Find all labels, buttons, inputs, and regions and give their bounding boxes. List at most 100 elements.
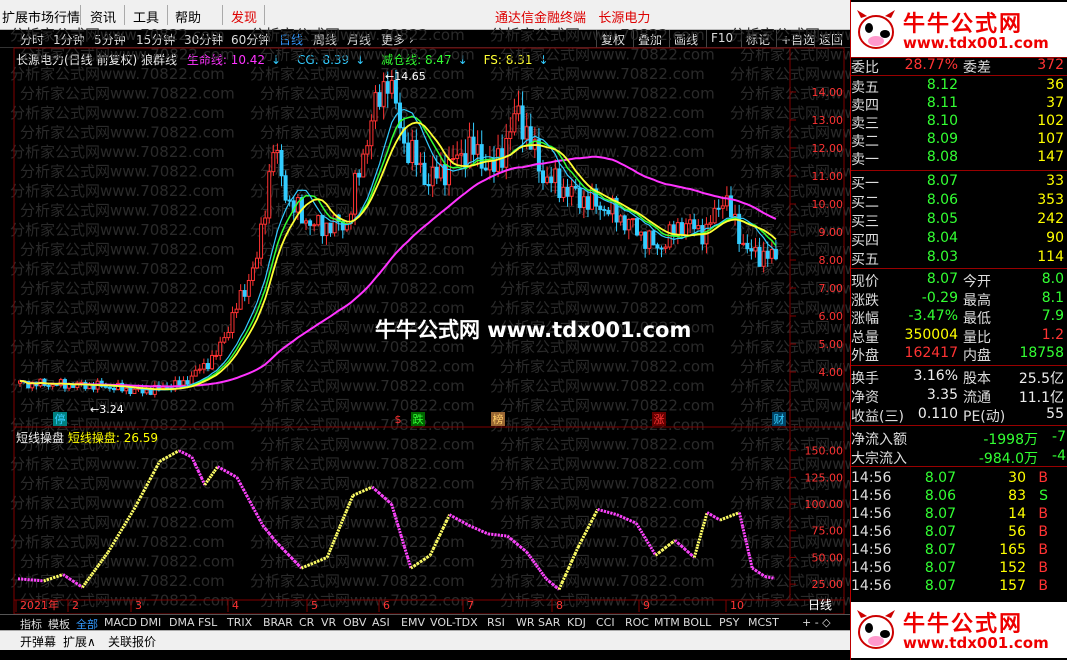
candle-down	[679, 222, 684, 236]
price-tick-label: 9.00	[819, 226, 844, 239]
watermark-text: 分析家公式网www.70822.com	[10, 338, 225, 356]
expand-toggle[interactable]: 扩展∧	[63, 633, 96, 650]
tick-volume: 152	[999, 560, 1026, 576]
quote-label: 最低	[963, 311, 991, 327]
month-label: 2021年	[20, 598, 59, 612]
candle-down	[471, 136, 476, 155]
watermark-text: 分析家公式网www.70822.com	[260, 397, 475, 415]
price-tick-label: 12.00	[812, 142, 844, 155]
tab-vr[interactable]: VR	[321, 616, 336, 629]
candle-up	[222, 337, 227, 343]
danmaku-toggle[interactable]: 开弹幕	[20, 633, 56, 650]
tick-volume: 14	[1008, 506, 1026, 522]
tab-roc[interactable]: ROC	[625, 616, 649, 629]
candle-up	[712, 207, 717, 224]
candle-up	[238, 290, 243, 310]
indicator-segment	[233, 474, 238, 479]
indicator-segment	[235, 476, 242, 485]
tab-psy[interactable]: PSY	[719, 616, 739, 629]
candle-up	[553, 168, 558, 184]
watermark-text: 分析家公式网www.70822.com	[20, 397, 235, 415]
watermark-text: 分析家公式网www.70822.com	[250, 299, 465, 317]
stat-label: PE(动)	[963, 409, 1006, 425]
tab-dmi[interactable]: DMI	[140, 616, 161, 629]
candle-up	[688, 219, 693, 225]
event-marker: 财	[774, 412, 785, 426]
candle-up	[259, 223, 264, 259]
weicha-value: 372	[1037, 57, 1064, 73]
tab-rsi[interactable]: RSI	[487, 616, 505, 629]
tick-time: 14:56	[851, 506, 892, 522]
tick-side: B	[1038, 524, 1048, 540]
watermark-text: 分析家公式网www.70822.com	[500, 241, 715, 259]
candle-up	[373, 92, 378, 122]
month-label: 6	[383, 599, 390, 612]
month-label: 7	[467, 599, 474, 612]
quote-label: 总量	[851, 329, 879, 346]
linked-quote-button[interactable]: 关联报价	[108, 633, 156, 650]
indicator-tick-label: 50.00	[812, 551, 844, 564]
buy-row: 买一 8.07 33	[851, 173, 1067, 192]
candle-down	[479, 144, 484, 169]
candle-up	[381, 81, 386, 107]
tab-boll[interactable]: BOLL	[683, 616, 711, 629]
stat-label: 换手	[851, 371, 879, 387]
watermark-text: 分析家公式网www.70822.com	[250, 260, 465, 278]
watermark-text: 分析家公式网www.70822.com	[500, 358, 715, 376]
tab-trix[interactable]: TRIX	[227, 616, 252, 629]
tab-emv[interactable]: EMV	[401, 616, 425, 629]
quote-value: 162417	[904, 345, 958, 361]
quote-value: 8.07	[926, 271, 958, 287]
watermark-text: 分析家公式网www.70822.com	[260, 358, 475, 376]
watermark-text: 分析家公式网www.70822.com	[250, 65, 465, 83]
tab-asi[interactable]: ASI	[372, 616, 390, 629]
candle-up	[361, 153, 366, 178]
panel-divider	[851, 170, 1067, 171]
candle-up	[684, 223, 689, 236]
tick-time: 14:56	[851, 470, 892, 486]
panel-divider	[851, 466, 1067, 467]
stat-label: 净资	[851, 390, 879, 406]
indicator-segment	[725, 514, 731, 519]
sell-price: 8.09	[926, 131, 958, 147]
tab-cci[interactable]: CCI	[596, 616, 615, 629]
tab-dma[interactable]: DMA	[169, 616, 195, 629]
zoom-controls[interactable]: + - ◇	[802, 616, 831, 629]
candle-up	[254, 257, 259, 269]
tab-sar[interactable]: SAR	[538, 616, 560, 629]
candle-up	[316, 215, 321, 226]
watermark-text: 分析家公式网www.70822.com	[490, 572, 705, 590]
candle-up	[524, 126, 529, 140]
tab-fsl[interactable]: FSL	[198, 616, 217, 629]
kline-chart-area[interactable]: 分析家公式网www.70822.com 分析家公式网www.70822.com 分析…	[0, 0, 850, 614]
candle-down	[541, 170, 546, 184]
candle-up	[189, 375, 194, 385]
candle-up	[504, 137, 509, 168]
weibi-row: 委比 28.77% 委差 372	[851, 57, 1067, 76]
tab-mcst[interactable]: MCST	[748, 616, 779, 629]
tab-brar[interactable]: BRAR	[263, 616, 293, 629]
watermark-text: 分析家公式网www.70822.com	[250, 494, 465, 512]
candle-down	[377, 92, 382, 107]
quote-label: 量比	[963, 329, 991, 346]
tab-mtm[interactable]: MTM	[654, 616, 680, 629]
candle-up	[197, 368, 202, 371]
tick-row: 14:56 8.06 83 S	[851, 488, 1067, 506]
tab-macd[interactable]: MACD	[104, 616, 137, 629]
tab-obv[interactable]: OBV	[343, 616, 366, 629]
candle-up	[304, 220, 309, 224]
tab-wr[interactable]: WR	[516, 616, 535, 629]
tab-vol-tdx[interactable]: VOL-TDX	[430, 616, 478, 629]
candle-up	[459, 153, 464, 156]
quote-label: 内盘	[963, 348, 991, 364]
tab-cr[interactable]: CR	[299, 616, 314, 629]
indicator-segment	[712, 515, 718, 520]
watermark-text: 分析家公式网www.70822.com	[250, 26, 465, 44]
flow-row: 大宗流入 -984.0万 -4	[851, 448, 1067, 467]
buy-price: 8.05	[926, 211, 958, 227]
price-tick-label: 4.00	[819, 366, 844, 379]
tick-side: S	[1039, 488, 1048, 504]
tab-kdj[interactable]: KDJ	[567, 616, 586, 629]
stat-row: 净资 3.35 流通 11.1亿	[851, 387, 1067, 406]
flow-label: 大宗流入	[851, 451, 907, 467]
